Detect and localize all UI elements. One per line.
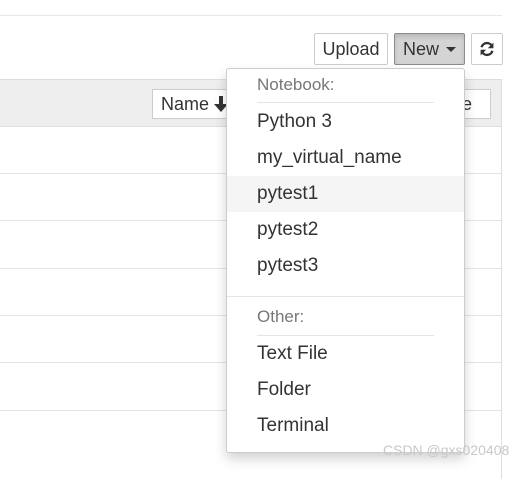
menu-item-text-file[interactable]: Text File xyxy=(227,336,464,372)
top-divider xyxy=(0,15,502,16)
menu-item-terminal[interactable]: Terminal xyxy=(227,408,464,444)
menu-item-pytest1[interactable]: pytest1 xyxy=(227,176,464,212)
refresh-button[interactable] xyxy=(471,33,503,65)
menu-item-my-virtual-name[interactable]: my_virtual_name xyxy=(227,140,464,176)
menu-item-pytest2[interactable]: pytest2 xyxy=(227,212,464,248)
upload-button[interactable]: Upload xyxy=(314,33,388,65)
menu-item-python3[interactable]: Python 3 xyxy=(227,104,464,140)
notebook-section-header: Notebook: xyxy=(257,75,335,94)
refresh-icon xyxy=(480,41,494,57)
notebook-header-divider xyxy=(257,102,434,103)
caret-down-icon xyxy=(446,47,456,52)
menu-divider xyxy=(227,296,464,297)
other-section-header: Other: xyxy=(257,307,305,326)
watermark: CSDN @gxs020408 xyxy=(383,442,510,458)
sort-by-name-label: Name xyxy=(161,94,210,114)
menu-item-pytest3[interactable]: pytest3 xyxy=(227,248,464,284)
new-button[interactable]: New xyxy=(394,33,465,65)
menu-item-folder[interactable]: Folder xyxy=(227,372,464,408)
new-dropdown-menu: Notebook: Python 3 my_virtual_name pytes… xyxy=(226,68,465,453)
new-button-label: New xyxy=(403,39,440,59)
